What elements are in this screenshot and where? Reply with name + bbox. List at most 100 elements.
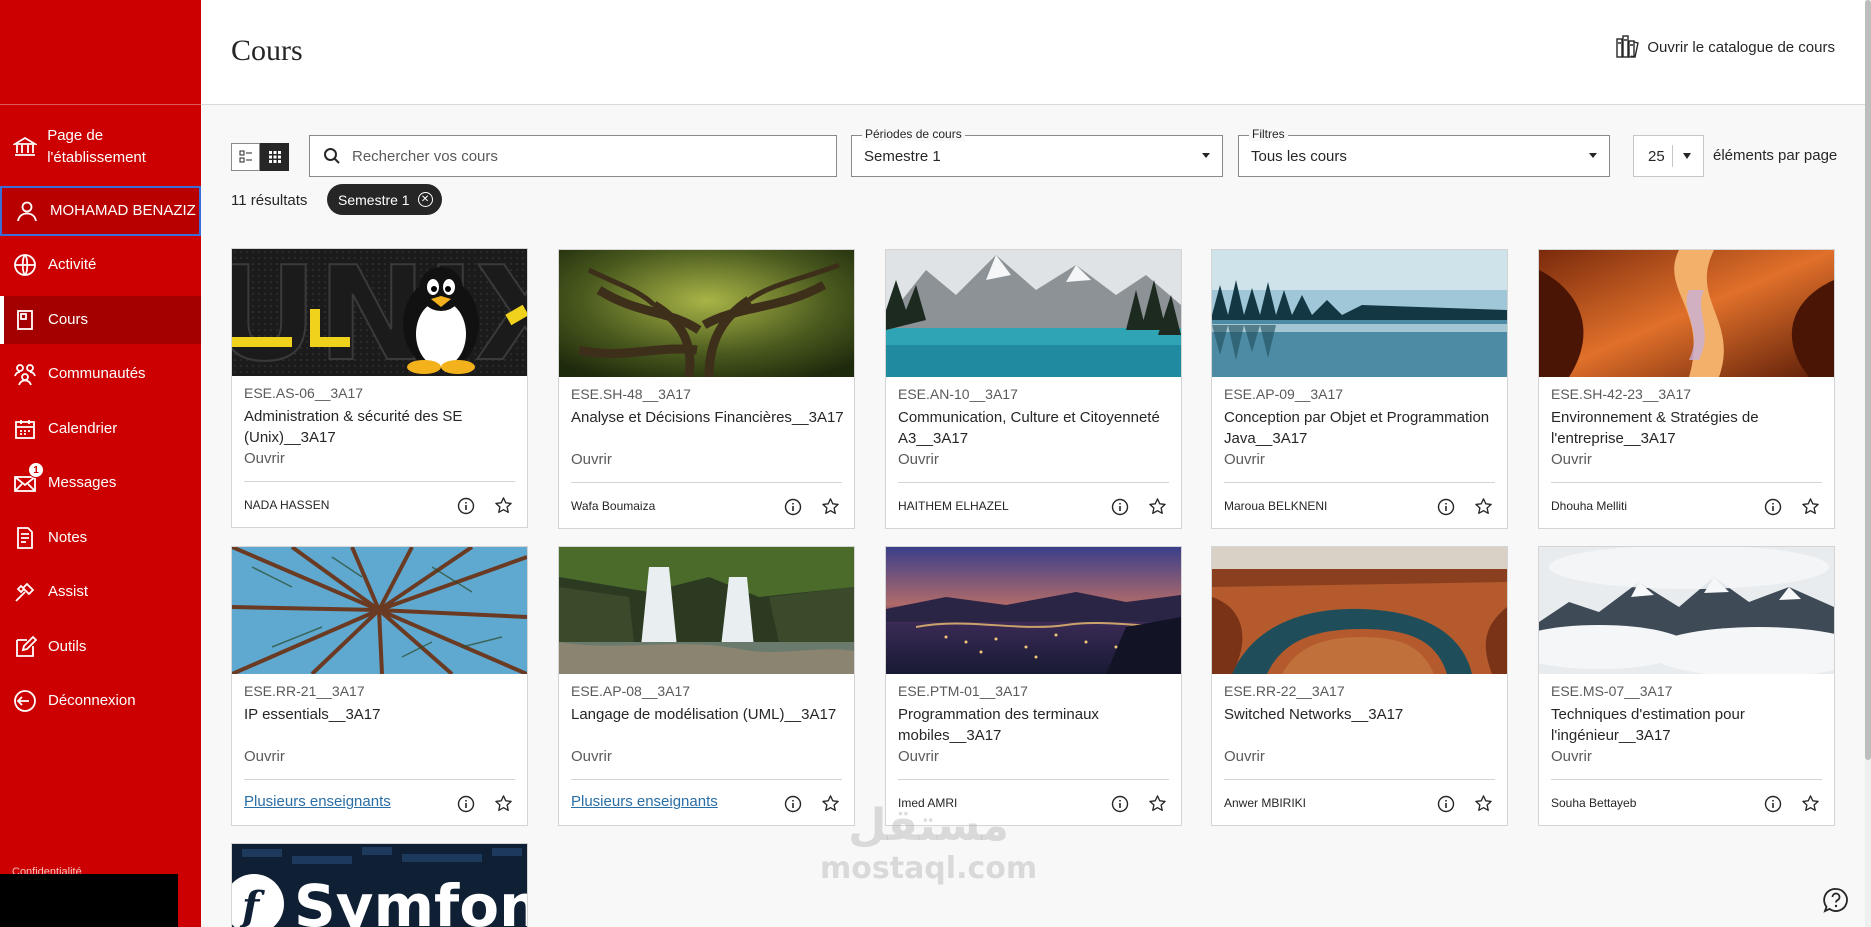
course-title[interactable]: Environnement & Stratégies de l'entrepri…: [1551, 407, 1826, 449]
nav-institution[interactable]: Page de l'établissement: [0, 117, 201, 177]
course-teacher: Maroua BELKNENI: [1224, 499, 1328, 513]
course-title[interactable]: Switched Networks__3A17: [1224, 704, 1499, 725]
course-card[interactable]: UNIX ESE.AS-06__3A17 Administration & sé…: [231, 248, 528, 528]
course-card[interactable]: ESE.AN-10__3A17 Communication, Culture e…: [885, 249, 1182, 529]
grid-icon: [268, 151, 281, 163]
star-icon[interactable]: [821, 497, 840, 516]
nav-grades[interactable]: Notes: [0, 515, 201, 561]
symfony-image-text: Symfon: [294, 872, 527, 927]
star-icon[interactable]: [1474, 497, 1493, 516]
course-code: ESE.PTM-01__3A17: [898, 683, 1028, 699]
filters-value: Tous les cours: [1251, 148, 1347, 165]
nav-assist[interactable]: Assist: [0, 569, 201, 615]
course-image-night-city: [886, 547, 1181, 674]
star-icon[interactable]: [1148, 794, 1167, 813]
course-title[interactable]: Communication, Culture et Citoyenneté A3…: [898, 407, 1173, 449]
course-card[interactable]: ESE.AP-08__3A17 Langage de modélisation …: [558, 546, 855, 826]
close-icon[interactable]: ✕: [417, 192, 433, 207]
info-icon[interactable]: [1764, 498, 1782, 516]
search-input[interactable]: [352, 147, 812, 165]
course-title[interactable]: Analyse et Décisions Financières__3A17: [571, 407, 846, 428]
catalog-link-label: Ouvrir le catalogue de cours: [1647, 38, 1835, 56]
unix-penguin-image: UNIX: [232, 249, 527, 376]
nav-activity[interactable]: Activité: [0, 242, 201, 288]
info-icon[interactable]: [784, 795, 802, 813]
course-title[interactable]: Programmation des terminaux mobiles__3A1…: [898, 704, 1173, 746]
book-icon: [12, 307, 38, 333]
sidebar: Page de l'établissement MOHAMAD BENAZIZ …: [0, 0, 201, 927]
results-count: 11 résultats: [231, 192, 308, 209]
nav-label: Notes: [48, 529, 88, 546]
nav-profile[interactable]: MOHAMAD BENAZIZ: [0, 186, 201, 236]
card-divider: [1551, 482, 1822, 483]
star-icon[interactable]: [1801, 497, 1820, 516]
course-card[interactable]: ESE.MS-07__3A17 Techniques d'estimation …: [1538, 546, 1835, 826]
course-image-lake: [886, 250, 1181, 377]
course-card[interactable]: ESE.AP-09__3A17 Conception par Objet et …: [1211, 249, 1508, 529]
info-icon[interactable]: [1437, 498, 1455, 516]
star-icon[interactable]: [1474, 794, 1493, 813]
course-title[interactable]: Administration & sécurité des SE (Unix)_…: [244, 406, 519, 448]
course-card[interactable]: ESE.SH-42-23__3A17 Environnement & Strat…: [1538, 249, 1835, 529]
list-view-button[interactable]: [231, 143, 260, 171]
info-icon[interactable]: [1764, 795, 1782, 813]
star-icon[interactable]: [1801, 794, 1820, 813]
nav-courses[interactable]: Cours: [0, 296, 201, 344]
scrollbar-thumb[interactable]: [1865, 0, 1871, 760]
course-code: ESE.RR-21__3A17: [244, 683, 365, 699]
course-status: Ouvrir: [898, 451, 939, 468]
course-code: ESE.AN-10__3A17: [898, 386, 1018, 402]
course-code: ESE.AP-08__3A17: [571, 683, 691, 699]
catalog-link[interactable]: Ouvrir le catalogue de cours: [1615, 34, 1835, 60]
page-header: Cours Ouvrir le catalogue de cours: [201, 0, 1865, 105]
list-icon: [239, 150, 252, 163]
help-icon[interactable]: [1822, 886, 1850, 914]
page-size-select[interactable]: 25: [1633, 135, 1704, 177]
course-card[interactable]: ESE.PTM-01__3A17 Programmation des termi…: [885, 546, 1182, 826]
card-divider: [898, 779, 1169, 780]
info-icon[interactable]: [457, 497, 475, 515]
star-icon[interactable]: [494, 794, 513, 813]
nav-communities[interactable]: Communautés: [0, 351, 201, 397]
nav-label: Messages: [48, 474, 117, 491]
chevron-down-icon: [1202, 153, 1210, 158]
periods-select[interactable]: Périodes de cours Semestre 1: [851, 127, 1223, 177]
card-divider: [1224, 482, 1495, 483]
course-teacher: NADA HASSEN: [244, 498, 330, 512]
watermark-latin: mostaql.com: [820, 851, 1038, 886]
info-icon[interactable]: [457, 795, 475, 813]
card-divider: [1551, 779, 1822, 780]
nav-messages[interactable]: 1 Messages: [0, 460, 201, 506]
nav-logout[interactable]: Déconnexion: [0, 678, 201, 724]
info-icon[interactable]: [784, 498, 802, 516]
star-icon[interactable]: [1148, 497, 1167, 516]
multiple-teachers-link[interactable]: Plusieurs enseignants: [571, 793, 718, 810]
course-card[interactable]: ESE.RR-21__3A17 IP essentials__3A17 Ouvr…: [231, 546, 528, 826]
course-title[interactable]: Conception par Objet et Programmation Ja…: [1224, 407, 1499, 449]
filters-select[interactable]: Filtres Tous les cours: [1238, 127, 1610, 177]
nav-tools[interactable]: Outils: [0, 624, 201, 670]
course-teacher: HAITHEM ELHAZEL: [898, 499, 1009, 513]
course-card[interactable]: ESE.RR-22__3A17 Switched Networks__3A17 …: [1211, 546, 1508, 826]
course-title[interactable]: Techniques d'estimation pour l'ingénieur…: [1551, 704, 1826, 746]
star-icon[interactable]: [494, 496, 513, 515]
grid-view-button[interactable]: [260, 143, 289, 171]
info-icon[interactable]: [1111, 795, 1129, 813]
scrollbar[interactable]: [1865, 0, 1871, 927]
course-card[interactable]: ESE.SH-48__3A17 Analyse et Décisions Fin…: [558, 249, 855, 529]
course-code: ESE.SH-48__3A17: [571, 386, 691, 402]
forest-tree-image: [559, 250, 854, 377]
multiple-teachers-link[interactable]: Plusieurs enseignants: [244, 793, 391, 810]
course-title[interactable]: Langage de modélisation (UML)__3A17: [571, 704, 846, 725]
info-icon[interactable]: [1111, 498, 1129, 516]
info-icon[interactable]: [1437, 795, 1455, 813]
course-card[interactable]: f Symfon: [231, 843, 528, 927]
card-divider: [571, 482, 842, 483]
nav-calendar[interactable]: Calendrier: [0, 406, 201, 452]
filter-chip[interactable]: Semestre 1 ✕: [327, 184, 442, 215]
tools-icon: [12, 579, 38, 605]
course-title[interactable]: IP essentials__3A17: [244, 704, 519, 725]
watermark: مستقل mostaql.com: [820, 800, 1037, 886]
course-status: Ouvrir: [571, 748, 612, 765]
course-status: Ouvrir: [1551, 451, 1592, 468]
